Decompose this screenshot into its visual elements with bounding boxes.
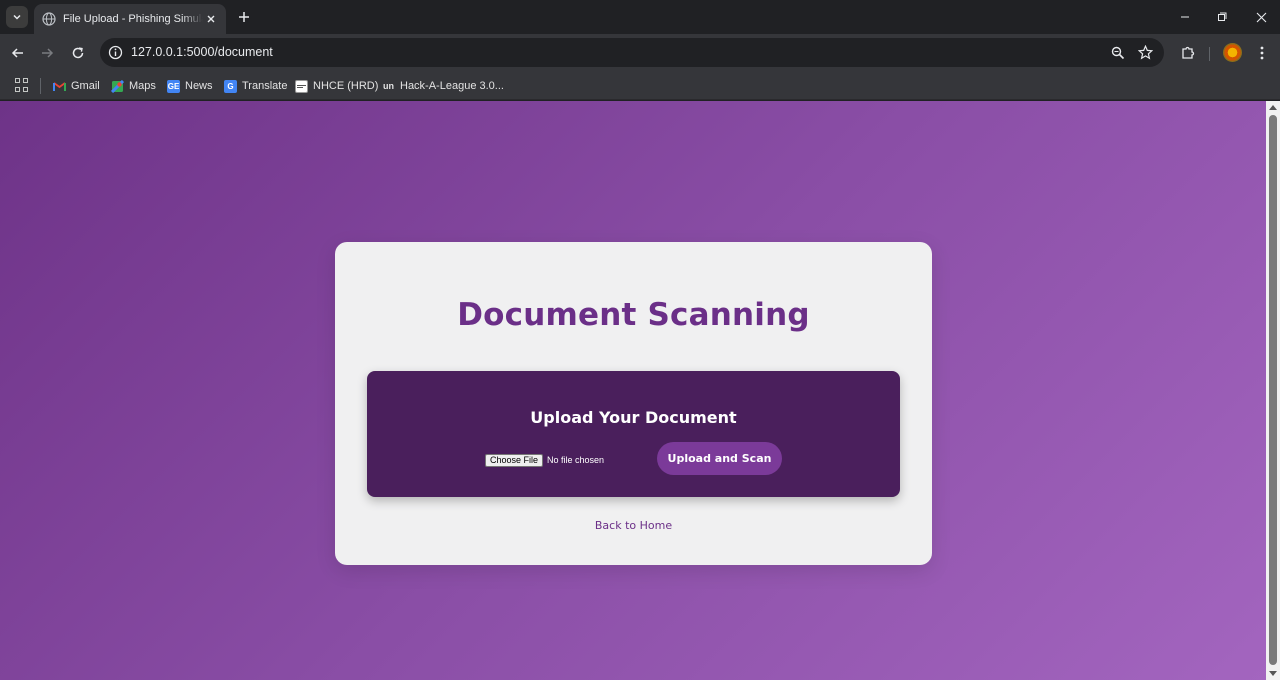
close-window-button[interactable] xyxy=(1253,9,1269,25)
browser-tab[interactable]: File Upload - Phishing Simulation xyxy=(34,4,226,34)
content-card: Document Scanning Upload Your Document C… xyxy=(335,242,932,565)
minimize-button[interactable] xyxy=(1177,9,1193,25)
gmail-icon xyxy=(53,80,66,93)
scrollbar-thumb[interactable] xyxy=(1269,115,1277,665)
browser-titlebar: File Upload - Phishing Simulation xyxy=(0,0,1280,34)
site-info-icon[interactable] xyxy=(108,45,123,60)
back-to-home-link[interactable]: Back to Home xyxy=(335,519,932,532)
close-icon xyxy=(1256,12,1266,22)
bookmark-translate[interactable]: G Translate xyxy=(224,77,287,95)
scroll-up-arrow-icon[interactable] xyxy=(1269,105,1277,110)
bookmark-label: Hack-A-League 3.0... xyxy=(400,80,504,92)
menu-button[interactable] xyxy=(1253,44,1271,62)
bookmark-label: News xyxy=(185,80,213,92)
puzzle-icon xyxy=(1182,46,1195,59)
bookmark-news[interactable]: GE News xyxy=(167,77,213,95)
bookmark-gmail[interactable]: Gmail xyxy=(53,77,100,95)
bookmarks-bar: Gmail Maps GE News G Translate NHCE (HRD… xyxy=(0,72,1280,100)
arrow-right-icon xyxy=(42,48,54,58)
plus-icon xyxy=(239,12,249,22)
choose-file-button[interactable]: Choose File xyxy=(485,453,544,467)
back-button[interactable] xyxy=(9,44,27,62)
arrow-left-icon xyxy=(11,48,23,58)
upload-panel: Upload Your Document Choose File No file… xyxy=(367,371,900,497)
page-title: Document Scanning xyxy=(457,297,810,333)
bookmark-label: Maps xyxy=(129,80,156,92)
browser-toolbar: 127.0.0.1:5000/document xyxy=(0,34,1280,72)
file-status-text: No file chosen xyxy=(547,455,605,465)
chevron-down-icon xyxy=(13,14,21,20)
bookmark-star-icon[interactable] xyxy=(1138,45,1153,60)
apps-grid-icon[interactable] xyxy=(15,78,29,92)
scroll-down-arrow-icon[interactable] xyxy=(1269,671,1277,676)
globe-icon xyxy=(42,12,56,26)
nhce-icon xyxy=(295,79,308,93)
tab-title: File Upload - Phishing Simulation xyxy=(63,13,203,25)
tab-search-button[interactable] xyxy=(6,6,28,28)
restore-icon xyxy=(1218,12,1227,21)
bookmark-label: Gmail xyxy=(71,80,100,92)
close-tab-icon[interactable] xyxy=(204,12,218,26)
restore-button[interactable] xyxy=(1214,9,1230,25)
bookmark-nhce[interactable]: NHCE (HRD) xyxy=(295,77,378,95)
bookmark-hack-a-league[interactable]: un Hack-A-League 3.0... xyxy=(382,77,504,95)
upload-heading: Upload Your Document xyxy=(530,408,737,427)
unstop-icon: un xyxy=(383,81,394,91)
bookmark-label: NHCE (HRD) xyxy=(313,80,379,92)
more-vertical-icon xyxy=(1260,46,1264,60)
new-tab-button[interactable] xyxy=(236,9,252,25)
bookmark-label: Translate xyxy=(242,80,288,92)
profile-avatar[interactable] xyxy=(1223,43,1242,62)
address-bar[interactable]: 127.0.0.1:5000/document xyxy=(100,38,1164,67)
page-scrollbar[interactable] xyxy=(1266,101,1280,680)
bookmarks-divider xyxy=(40,78,41,94)
reload-button[interactable] xyxy=(69,44,87,62)
url-text[interactable]: 127.0.0.1:5000/document xyxy=(131,45,273,59)
minimize-icon xyxy=(1181,16,1189,18)
translate-icon: G xyxy=(224,79,237,93)
zoom-icon[interactable] xyxy=(1110,45,1125,60)
page-viewport: Document Scanning Upload Your Document C… xyxy=(0,101,1266,680)
bookmark-maps[interactable]: Maps xyxy=(111,77,156,95)
toolbar-divider xyxy=(1209,47,1210,61)
file-input[interactable]: Choose File No file chosen xyxy=(485,453,604,467)
forward-button[interactable] xyxy=(38,44,56,62)
maps-icon xyxy=(111,79,124,93)
upload-and-scan-button[interactable]: Upload and Scan xyxy=(657,442,782,475)
extensions-button[interactable] xyxy=(1179,44,1197,62)
news-icon: GE xyxy=(167,79,180,93)
reload-icon xyxy=(72,47,84,59)
